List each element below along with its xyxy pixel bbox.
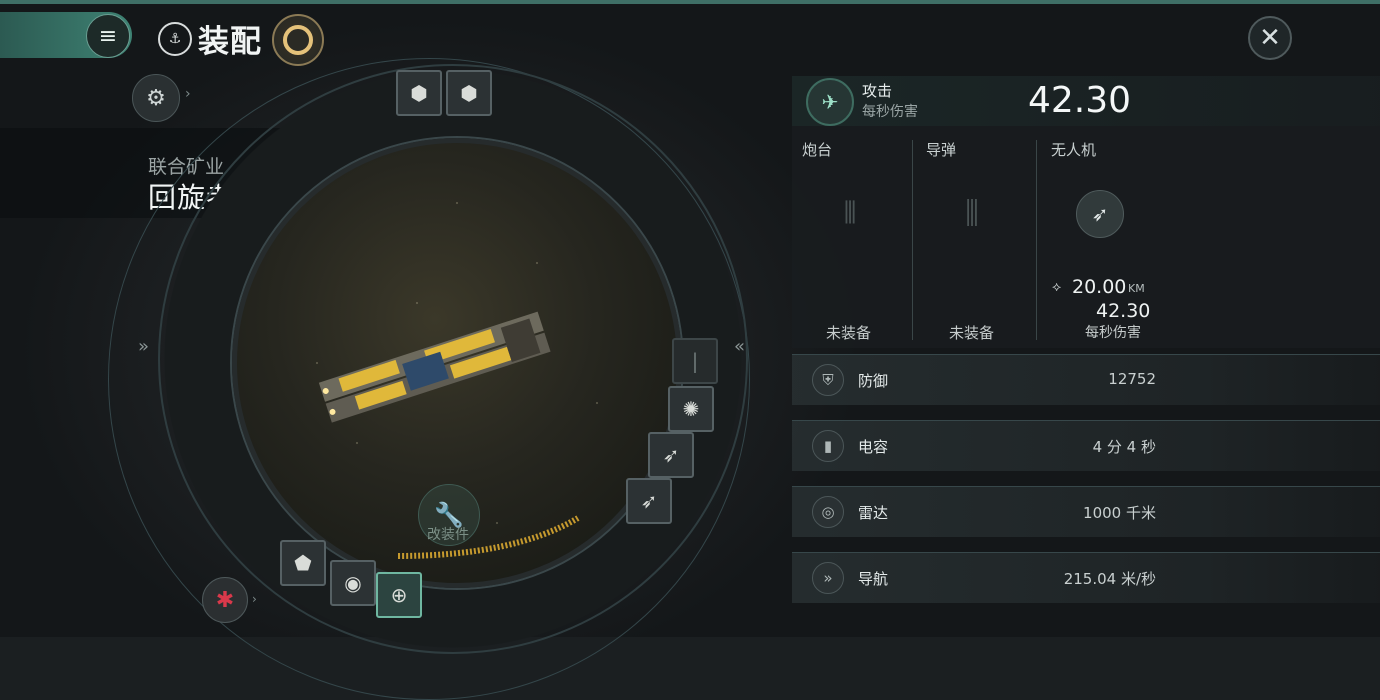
low-slot-1[interactable]: ⬟ bbox=[280, 540, 326, 586]
drone-range-unit: KM bbox=[1128, 282, 1145, 295]
faction-emblem-icon[interactable]: ✱ bbox=[202, 577, 248, 623]
drone-slot-2[interactable]: ➶ bbox=[626, 478, 672, 524]
stat-label: 电容 bbox=[858, 438, 889, 456]
stat-label: 雷达 bbox=[858, 504, 889, 522]
range-icon: ⟡ bbox=[1052, 279, 1062, 295]
mod-label: 改装件 bbox=[427, 527, 469, 543]
stat-value: 1000 千米 bbox=[1083, 504, 1156, 522]
mid-slot-1[interactable]: ✺ bbox=[668, 386, 714, 432]
stat-label: 导航 bbox=[858, 570, 889, 588]
missile-label: 导弹 bbox=[926, 141, 957, 159]
radar-icon: ◎ bbox=[812, 496, 844, 528]
drone-label: 无人机 bbox=[1051, 141, 1097, 159]
attack-label: 攻击 bbox=[862, 82, 893, 100]
drone-dps: 42.30 bbox=[1096, 300, 1151, 322]
attack-sublabel: 每秒伤害 bbox=[862, 104, 918, 120]
divider bbox=[1036, 140, 1037, 340]
skin-badge-icon[interactable] bbox=[272, 14, 324, 66]
drone-slot-1[interactable]: ➶ bbox=[648, 432, 694, 478]
attack-icon: ✈ bbox=[806, 78, 854, 126]
high-slot-2[interactable]: ⬢ bbox=[446, 70, 492, 116]
drone-range: 20.00 bbox=[1072, 276, 1127, 298]
divider bbox=[912, 140, 913, 340]
add-rig-slot[interactable]: ⊕ bbox=[376, 572, 422, 618]
blueprint-settings-icon[interactable]: ⚙ bbox=[132, 74, 180, 122]
missile-status: 未装备 bbox=[949, 324, 995, 342]
stat-value: 4 分 4 秒 bbox=[1092, 438, 1156, 456]
page-title: 装配 bbox=[198, 24, 262, 60]
expand-left-icon[interactable]: » bbox=[138, 336, 149, 357]
missile-icon: ⫼ bbox=[965, 196, 979, 231]
turret-icon: ⫴ bbox=[843, 196, 857, 231]
chevron-right-icon: › bbox=[185, 86, 191, 102]
chevron-right-icon: › bbox=[252, 592, 257, 606]
navigation-icon: » bbox=[812, 562, 844, 594]
capacitor-icon: ▮ bbox=[812, 430, 844, 462]
expand-right-icon[interactable]: « bbox=[734, 336, 745, 357]
page-header: ⚓ 装配 bbox=[158, 16, 262, 61]
high-slot-1[interactable]: ⬢ bbox=[396, 70, 442, 116]
drone-dps-label: 每秒伤害 bbox=[1085, 325, 1141, 341]
low-slot-2[interactable]: ◉ bbox=[330, 560, 376, 606]
menu-icon[interactable]: ≡ bbox=[86, 14, 130, 58]
stat-value: 12752 bbox=[1108, 370, 1156, 388]
close-button[interactable]: ✕ bbox=[1248, 16, 1292, 60]
mid-slot-empty[interactable]: | bbox=[672, 338, 718, 384]
turret-status: 未装备 bbox=[826, 324, 872, 342]
attack-value: 42.30 bbox=[1028, 80, 1132, 121]
shield-icon: ⛨ bbox=[812, 364, 844, 396]
turret-label: 炮台 bbox=[802, 141, 833, 159]
stat-label: 防御 bbox=[858, 372, 889, 390]
drone-icon[interactable]: ➶ bbox=[1076, 190, 1124, 238]
fitting-icon: ⚓ bbox=[158, 21, 192, 56]
ship-model bbox=[318, 311, 551, 423]
top-accent-line bbox=[0, 0, 1380, 4]
stat-value: 215.04 米/秒 bbox=[1063, 570, 1156, 588]
